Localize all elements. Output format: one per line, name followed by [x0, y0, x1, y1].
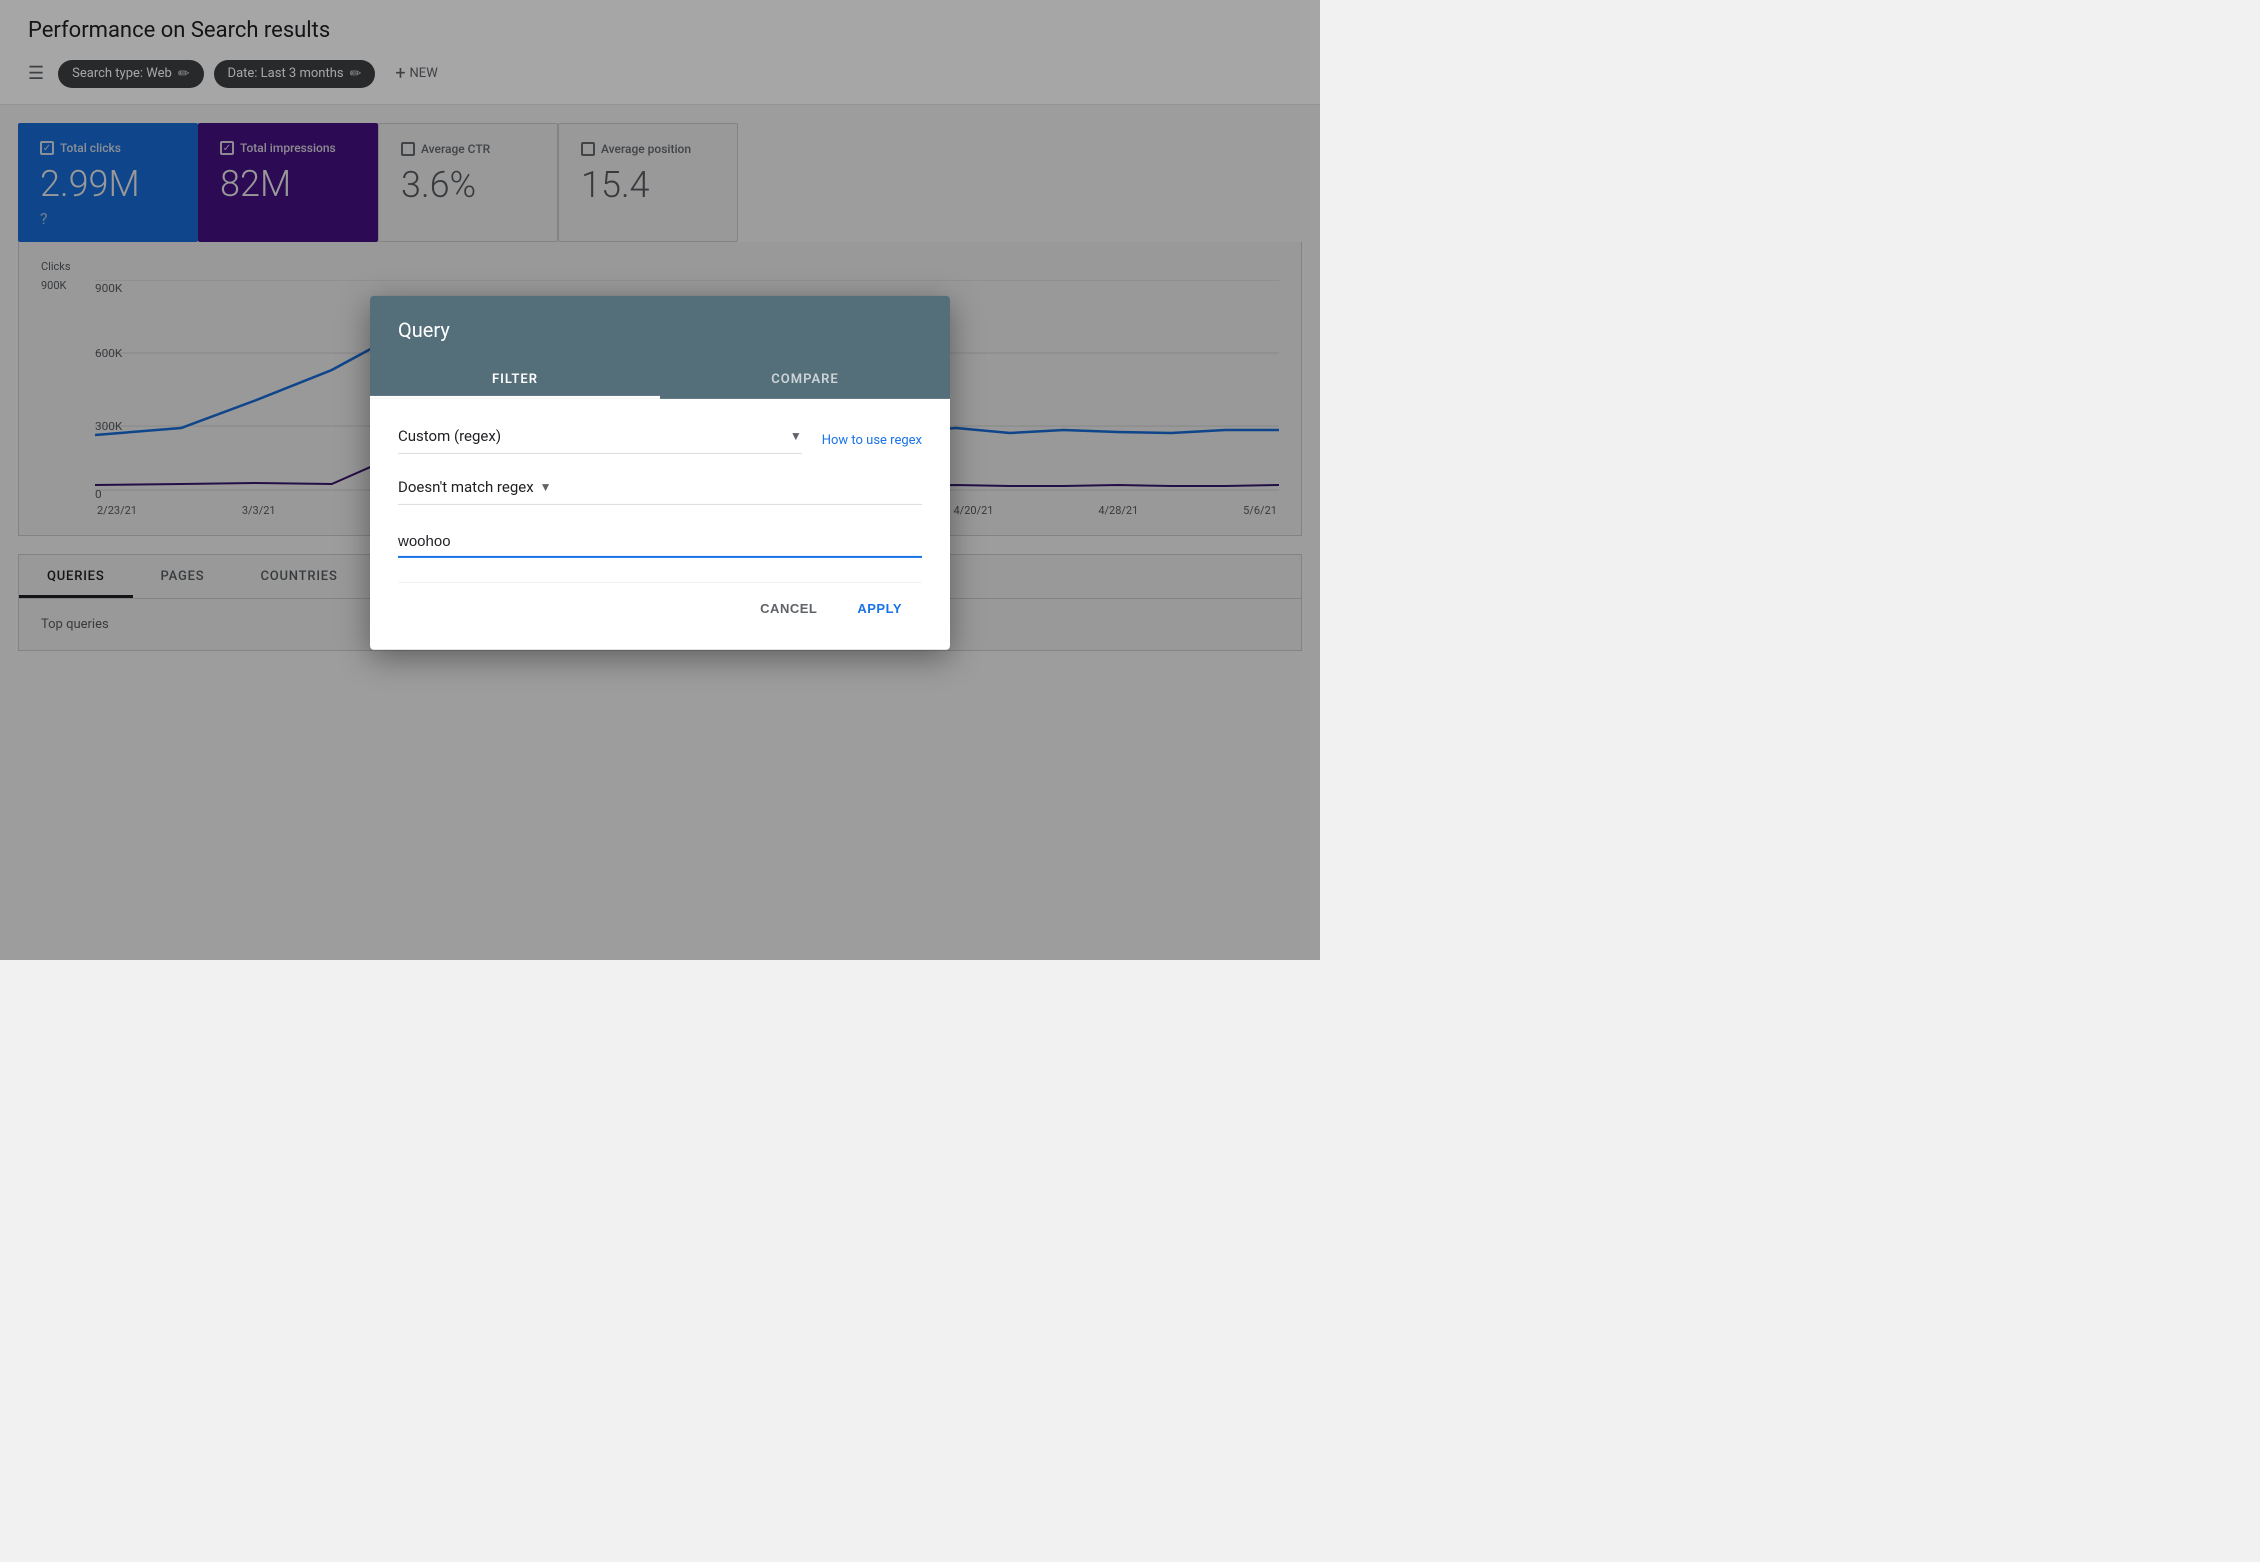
- value-input[interactable]: [398, 533, 922, 558]
- cancel-button[interactable]: CANCEL: [744, 591, 833, 626]
- filter-type-select[interactable]: Custom (regex) ▼: [398, 427, 802, 454]
- condition-row: Doesn't match regex ▼: [398, 478, 922, 505]
- dialog-tab-compare[interactable]: COMPARE: [660, 360, 950, 399]
- filter-type-inline: Custom (regex) ▼ How to use regex: [398, 427, 922, 454]
- apply-button[interactable]: APPLY: [841, 591, 918, 626]
- dialog: Query FILTER COMPARE Custom (regex) ▼ Ho…: [370, 296, 950, 650]
- filter-type-arrow: ▼: [790, 429, 802, 443]
- dialog-body: Custom (regex) ▼ How to use regex Doesn'…: [370, 399, 950, 650]
- filter-type-row: Custom (regex) ▼ How to use regex: [398, 427, 922, 454]
- filter-type-value: Custom (regex): [398, 427, 501, 445]
- dialog-tab-filter[interactable]: FILTER: [370, 360, 660, 399]
- condition-select[interactable]: Doesn't match regex ▼: [398, 478, 922, 505]
- condition-arrow: ▼: [540, 480, 552, 494]
- dialog-title: Query: [370, 296, 950, 342]
- condition-value: Doesn't match regex: [398, 478, 534, 496]
- dialog-tabs: FILTER COMPARE: [370, 360, 950, 399]
- value-row: [398, 529, 922, 558]
- regex-help-link[interactable]: How to use regex: [822, 433, 922, 448]
- dialog-actions: CANCEL APPLY: [398, 582, 922, 630]
